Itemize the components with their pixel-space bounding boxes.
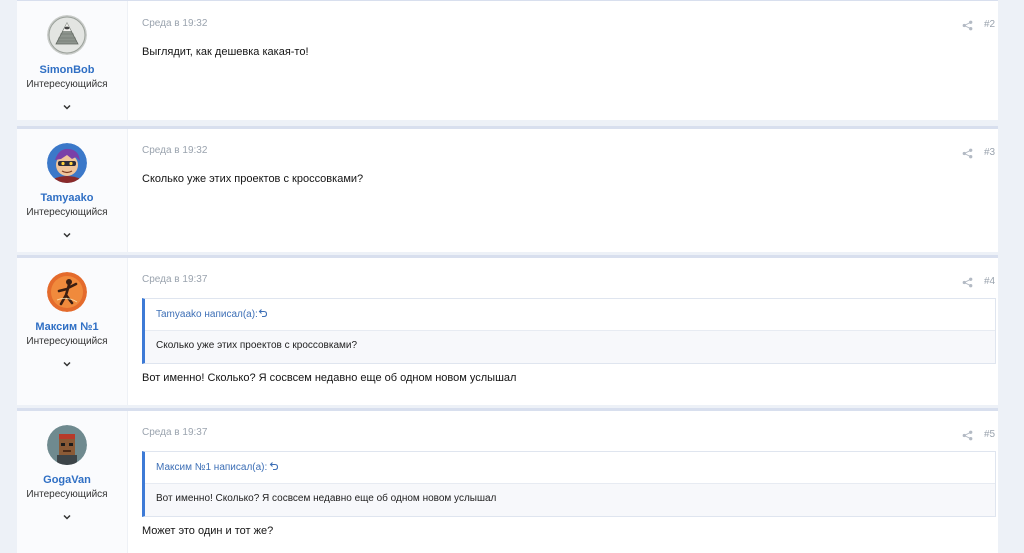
orange-dancer-icon xyxy=(47,272,87,312)
avatar[interactable] xyxy=(47,272,87,312)
chevron-down-icon[interactable] xyxy=(61,358,73,370)
avatar[interactable] xyxy=(47,425,87,465)
quote-header: Tamyaako написал(а): xyxy=(145,299,995,331)
post-number[interactable]: #2 xyxy=(984,19,995,30)
share-icon[interactable] xyxy=(962,277,973,288)
username[interactable]: Максим №1 xyxy=(17,321,117,333)
post-2: SimonBob Интересующийся Среда в 19:32 #2… xyxy=(17,0,998,120)
post-date[interactable]: Среда в 19:32 xyxy=(142,145,207,156)
thread-page: SimonBob Интересующийся Среда в 19:32 #2… xyxy=(0,0,1024,553)
username[interactable]: SimonBob xyxy=(17,64,117,76)
username[interactable]: GogaVan xyxy=(17,474,117,486)
user-title: Интересующийся xyxy=(26,79,108,90)
quote-text: Вот именно! Сколько? Я сосвсем недавно е… xyxy=(156,493,497,504)
avatar[interactable] xyxy=(47,143,87,183)
post-message: Выглядит, как дешевка какая-то! xyxy=(142,46,309,58)
post-user-sidebar: GogaVan Интересующийся xyxy=(17,411,128,553)
share-icon[interactable] xyxy=(962,148,973,159)
quote-author-link[interactable]: Максим №1 написал(а): xyxy=(156,462,267,473)
quote-header: Максим №1 написал(а): xyxy=(145,452,995,484)
share-icon[interactable] xyxy=(962,20,973,31)
jump-to-quote-icon[interactable] xyxy=(258,308,268,318)
quote-text: Сколько уже этих проектов с кроссовками? xyxy=(156,340,358,351)
post-date[interactable]: Среда в 19:37 xyxy=(142,427,207,438)
post-5: GogaVan Интересующийся Среда в 19:37 #5 … xyxy=(17,408,998,553)
quote-block: Tamyaako написал(а): Сколько уже этих пр… xyxy=(142,298,996,364)
share-icon[interactable] xyxy=(962,430,973,441)
post-message: Может это один и тот же? xyxy=(142,525,274,537)
username[interactable]: Tamyaako xyxy=(17,192,117,204)
illuminati-pyramid-icon xyxy=(47,15,87,55)
quote-block: Максим №1 написал(а): Вот именно! Скольк… xyxy=(142,451,996,517)
post-number[interactable]: #5 xyxy=(984,429,995,440)
post-message: Сколько уже этих проектов с кроссовками? xyxy=(142,173,364,185)
post-number[interactable]: #4 xyxy=(984,276,995,287)
post-date[interactable]: Среда в 19:37 xyxy=(142,274,207,285)
user-title: Интересующийся xyxy=(26,207,108,218)
post-number[interactable]: #3 xyxy=(984,147,995,158)
avatar[interactable] xyxy=(47,15,87,55)
chevron-down-icon[interactable] xyxy=(61,229,73,241)
post-user-sidebar: Tamyaako Интересующийся xyxy=(17,129,128,252)
post-user-sidebar: SimonBob Интересующийся xyxy=(17,1,128,120)
quote-author-link[interactable]: Tamyaako написал(а): xyxy=(156,309,258,320)
jump-to-quote-icon[interactable] xyxy=(269,461,279,471)
chevron-down-icon[interactable] xyxy=(61,511,73,523)
chevron-down-icon[interactable] xyxy=(61,101,73,113)
cartoon-hero-icon xyxy=(47,143,87,183)
user-title: Интересующийся xyxy=(26,336,108,347)
pixel-punk-icon xyxy=(47,425,87,465)
post-3: Tamyaako Интересующийся Среда в 19:32 #3… xyxy=(17,126,998,252)
post-date[interactable]: Среда в 19:32 xyxy=(142,18,207,29)
post-message: Вот именно! Сколько? Я сосвсем недавно е… xyxy=(142,372,517,384)
post-4: Максим №1 Интересующийся Среда в 19:37 #… xyxy=(17,255,998,405)
post-user-sidebar: Максим №1 Интересующийся xyxy=(17,258,128,405)
user-title: Интересующийся xyxy=(26,489,108,500)
